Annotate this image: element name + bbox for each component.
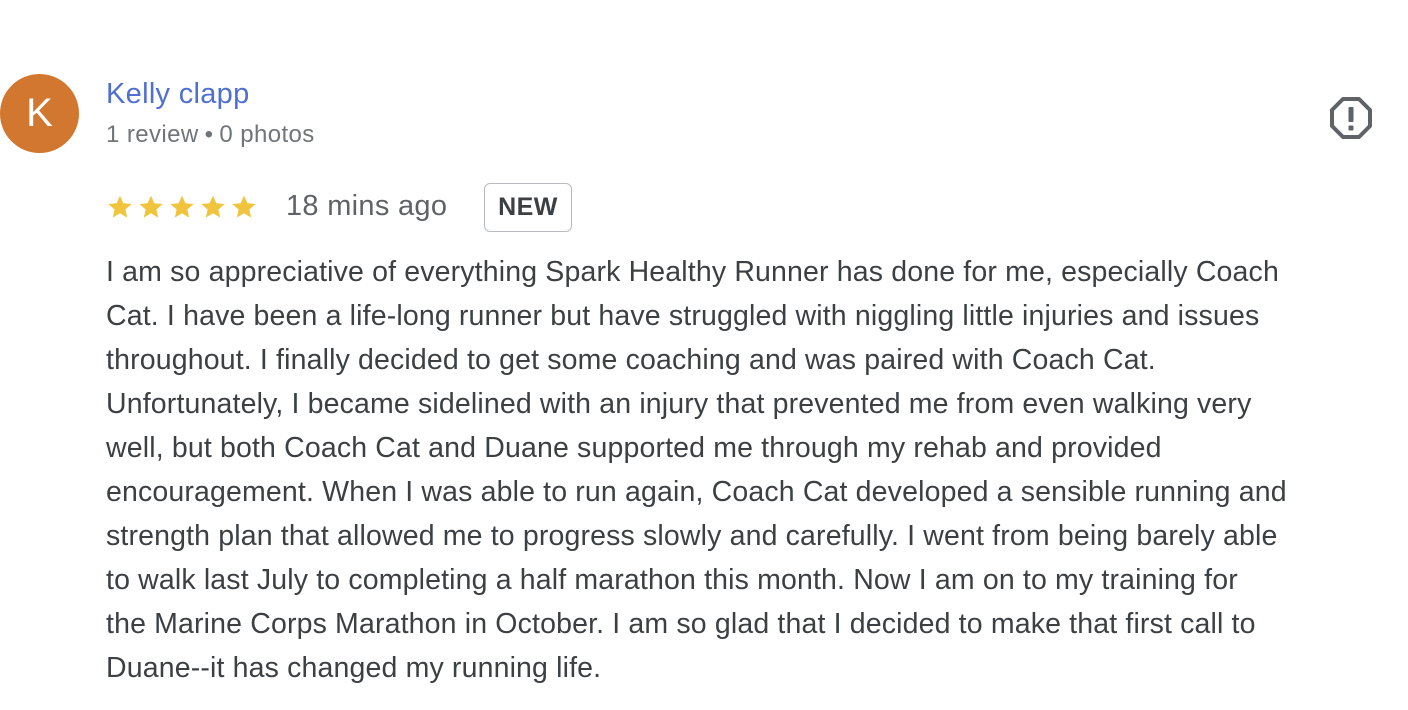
review-text-line: Unfortunately, I became sidelined with a…	[106, 388, 1252, 420]
star-rating	[106, 193, 258, 221]
review-text-line: to walk last July to completing a half m…	[106, 564, 1238, 596]
review-text-line: well, but both Coach Cat and Duane suppo…	[106, 432, 1162, 464]
new-badge: NEW	[484, 183, 572, 232]
review-text-line: the Marine Corps Marathon in October. I …	[106, 608, 1256, 640]
star-icon	[139, 195, 163, 218]
review-text-line: strength plan that allowed me to progres…	[106, 520, 1278, 552]
review-text-line: Cat. I have been a life-long runner but …	[106, 300, 1260, 332]
star-icon	[232, 195, 256, 218]
star-icon	[170, 195, 194, 218]
photo-count: 0 photos	[219, 121, 315, 148]
star-icon	[201, 195, 225, 218]
star-icon	[108, 195, 132, 218]
review-text-line: Duane--it has changed my running life.	[106, 652, 602, 684]
review-time: 18 mins ago	[286, 190, 448, 222]
reviewer-stats: 1 review • 0 photos	[106, 121, 315, 149]
avatar-initial: K	[26, 91, 53, 135]
report-icon[interactable]	[1329, 96, 1373, 140]
avatar[interactable]: K	[0, 74, 79, 153]
review-count: 1 review	[106, 121, 199, 148]
review-text-line: throughout. I finally decided to get som…	[106, 344, 1156, 376]
reviewer-name-link[interactable]: Kelly clapp	[106, 78, 250, 111]
review-text-line: I am so appreciative of everything Spark…	[106, 256, 1279, 288]
stats-separator: •	[204, 121, 214, 148]
review-text: I am so appreciative of everything Spark…	[106, 250, 1402, 690]
review-text-line: encouragement. When I was able to run ag…	[106, 476, 1287, 508]
